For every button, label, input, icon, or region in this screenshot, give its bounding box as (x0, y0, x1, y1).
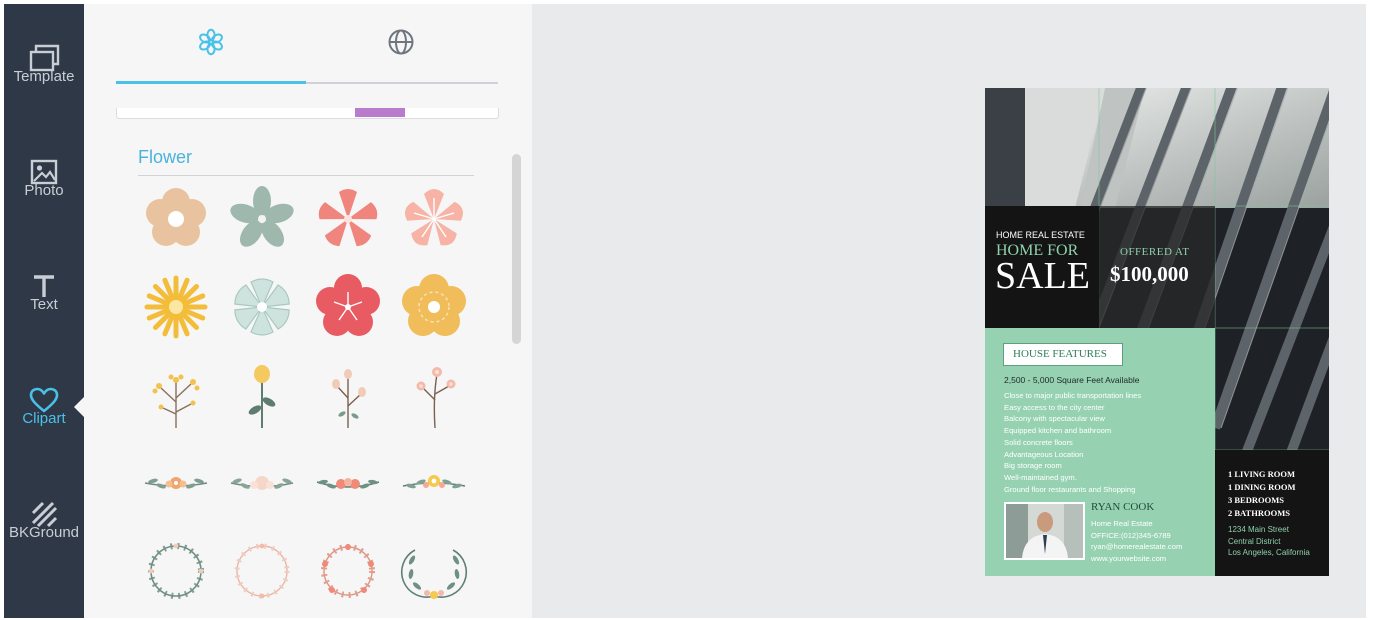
feature-item: Big storage room (1004, 461, 1062, 471)
nav-clipart[interactable]: Clipart (4, 366, 84, 466)
feature-item: Ground floor restaurants and Shopping (1004, 484, 1136, 494)
agent-details[interactable]: Home Real Estate OFFICE:(012)345-6789 ry… (1091, 518, 1182, 564)
feature-item: Balcony with spectacular view (1004, 414, 1105, 424)
flyer-design[interactable]: HOME REAL ESTATE HOME FOR SALE OFFERED A… (985, 88, 1329, 576)
category-chip[interactable] (355, 108, 405, 117)
nav-clipart-label: Clipart (22, 410, 66, 427)
room-item: 1 DINING ROOM (1228, 482, 1296, 492)
agent-detail-line: Home Real Estate (1091, 519, 1153, 528)
feature-item: Equipped kitchen and bathroom (1004, 426, 1112, 436)
clipart-sunflower[interactable] (139, 270, 213, 344)
nav-background-label: BKGround (8, 524, 80, 541)
category-strip[interactable] (116, 108, 499, 119)
flyer-headline-big[interactable]: SALE (995, 256, 1090, 296)
flyer-eyebrow[interactable]: HOME REAL ESTATE (996, 230, 1085, 240)
feature-item: Solid concrete floors (1004, 437, 1073, 447)
clipart-wreath-coral[interactable] (311, 534, 385, 608)
clipart-garland-yellow[interactable] (397, 446, 471, 520)
features-title[interactable]: HOUSE FEATURES (1013, 348, 1107, 360)
rooms-list[interactable]: 1 LIVING ROOM 1 DINING ROOM 3 BEDROOMS 2… (1228, 468, 1296, 520)
tab-divider (306, 82, 498, 84)
clipart-wreath-laurel[interactable] (397, 534, 471, 608)
clipart-wreath-blush[interactable] (225, 534, 299, 608)
left-nav: Template Photo Text Clipart BKGround (4, 4, 85, 618)
tab-clipart-globe[interactable] (306, 4, 496, 84)
agent-detail-line: ryan@homerealestate.com (1091, 542, 1183, 551)
feature-item: Advantageous Location (1004, 449, 1084, 459)
feature-item: Easy access to the city center (1004, 402, 1105, 412)
nav-template-label: Template (13, 68, 75, 85)
address-block[interactable]: 1234 Main Street Central District Los An… (1228, 524, 1310, 559)
clipart-garland-orange[interactable] (139, 446, 213, 520)
clipart-garland-blush[interactable] (225, 446, 299, 520)
feature-item: Close to major public transportation lin… (1004, 391, 1142, 400)
room-item: 3 BEDROOMS (1228, 495, 1284, 505)
feature-item: Well-maintained gym. (1004, 472, 1077, 482)
clipart-flower-coral[interactable] (311, 182, 385, 256)
category-divider (138, 175, 474, 176)
clipart-garland-coral[interactable] (311, 446, 385, 520)
category-title: Flower (138, 147, 193, 167)
nav-photo-label: Photo (24, 182, 64, 199)
flower-icon (197, 28, 225, 61)
panel-scrollbar[interactable] (512, 154, 521, 344)
clipart-stem-pink[interactable] (397, 358, 471, 432)
agent-name[interactable]: RYAN COOK (1091, 501, 1154, 513)
address-line: 1234 Main Street (1228, 525, 1289, 534)
agent-detail-line: OFFICE:(012)345-6789 (1091, 530, 1171, 540)
agent-detail-line: www.yourwebsite.com (1091, 553, 1167, 563)
clipart-wreath-green[interactable] (139, 534, 213, 608)
clipart-stem-tulip[interactable] (225, 358, 299, 432)
nav-template[interactable]: Template (4, 24, 84, 124)
features-list[interactable]: Close to major public transportation lin… (1004, 390, 1209, 495)
nav-text-label: Text (30, 296, 58, 313)
tab-clipart-flowers[interactable] (116, 4, 306, 84)
nav-photo[interactable]: Photo (4, 138, 84, 238)
clipart-branch-yellow[interactable] (139, 358, 213, 432)
flyer-price[interactable]: $100,000 (1110, 262, 1189, 287)
nav-text[interactable]: Text (4, 252, 84, 352)
address-line: Central District (1228, 536, 1281, 546)
features-lead[interactable]: 2,500 - 5,000 Square Feet Available (1004, 375, 1139, 385)
clipart-panel: Flower (84, 4, 532, 618)
agent-photo[interactable] (1004, 502, 1085, 560)
clipart-flower-peach[interactable] (139, 182, 213, 256)
room-item: 2 BATHROOMS (1228, 508, 1290, 518)
clipart-stem-buds[interactable] (311, 358, 385, 432)
flyer-offered-label[interactable]: OFFERED AT (1120, 246, 1190, 258)
clipart-flower-mint[interactable] (225, 270, 299, 344)
clipart-flower-sage[interactable] (225, 182, 299, 256)
active-tab-indicator (116, 81, 306, 84)
nav-background[interactable]: BKGround (4, 480, 84, 580)
clipart-flower-gold[interactable] (397, 270, 471, 344)
agent-portrait-icon (1006, 504, 1083, 558)
clipart-flower-pink[interactable] (397, 182, 471, 256)
address-line: Los Angeles, California (1228, 548, 1310, 557)
globe-icon (387, 28, 415, 61)
clipart-flower-red[interactable] (311, 270, 385, 344)
room-item: 1 LIVING ROOM (1228, 469, 1296, 479)
editor-app: Template Photo Text Clipart BKGround Flo… (4, 4, 1366, 618)
